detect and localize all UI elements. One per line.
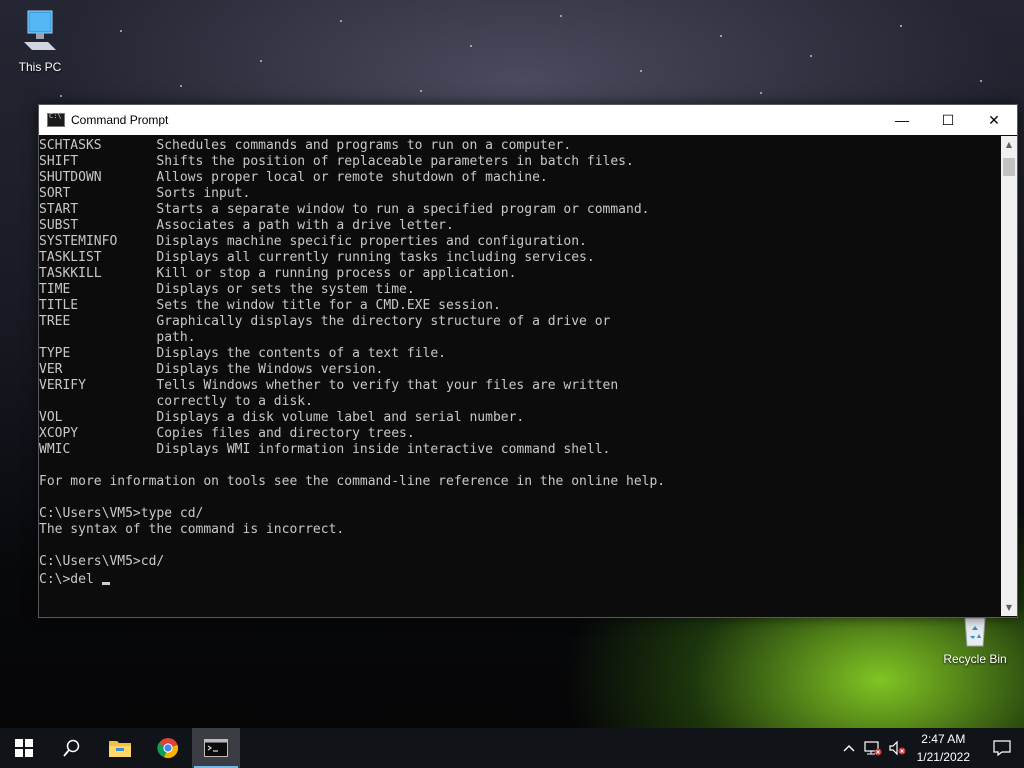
prompt-text: C:\>del [39,572,102,587]
volume-muted-icon[interactable] [885,740,909,756]
clock-time: 2:47 AM [921,732,966,746]
windows-logo-icon [15,739,33,757]
system-tray: 2:47 AM 1/21/2022 [837,728,1024,768]
action-center-button[interactable] [980,740,1024,756]
cmd-window[interactable]: Command Prompt — ☐ ✕ SCHTASKS Schedules … [38,104,1018,618]
desktop-icon-recycle-bin[interactable]: Recycle Bin [935,612,1015,666]
cmd-icon [47,112,65,127]
monitor-icon [24,10,56,50]
taskbar-file-explorer[interactable] [96,728,144,768]
start-button[interactable] [0,728,48,768]
window-titlebar[interactable]: Command Prompt — ☐ ✕ [39,105,1017,135]
taskbar: 2:47 AM 1/21/2022 [0,728,1024,768]
notification-icon [993,740,1011,756]
desktop-icon-label: Recycle Bin [943,652,1007,666]
prompt-line[interactable]: C:\>del [39,570,1000,588]
taskbar-chrome[interactable] [144,728,192,768]
show-hidden-icons-chevron-up-icon[interactable] [837,744,861,752]
network-icon[interactable] [861,740,885,756]
clock-date: 1/21/2022 [916,750,970,764]
desktop-icon-this-pc[interactable]: This PC [0,8,80,74]
search-button[interactable] [48,728,96,768]
scrollbar-thumb[interactable] [1003,158,1015,176]
window-title: Command Prompt [71,113,169,127]
desktop-icon-label: This PC [18,60,62,74]
folder-icon [109,741,131,757]
scroll-down-arrow-icon[interactable]: ▼ [1001,599,1017,616]
scroll-up-arrow-icon[interactable]: ▲ [1001,136,1017,153]
chrome-icon [157,738,179,759]
close-button[interactable]: ✕ [971,105,1017,135]
search-icon [63,739,80,757]
text-cursor [101,582,110,585]
console-output[interactable]: SCHTASKS Schedules commands and programs… [39,136,1000,616]
taskbar-clock[interactable]: 2:47 AM 1/21/2022 [917,730,970,766]
minimize-button[interactable]: — [879,105,925,135]
vertical-scrollbar[interactable]: ▲ ▼ [1001,136,1017,616]
taskbar-command-prompt[interactable] [192,728,240,768]
console-text: SCHTASKS Schedules commands and programs… [39,138,666,569]
maximize-button[interactable]: ☐ [925,105,971,135]
cmd-icon [204,739,228,757]
